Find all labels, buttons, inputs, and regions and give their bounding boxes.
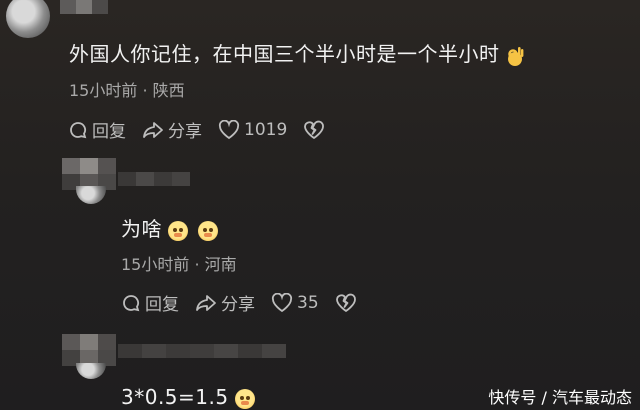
like-button[interactable]: 1019 bbox=[218, 119, 288, 140]
source-watermark: 快传号 / 汽车最动态 bbox=[488, 388, 632, 407]
dislike-button[interactable] bbox=[303, 120, 329, 140]
like-count: 35 bbox=[297, 292, 319, 313]
reply-icon bbox=[70, 121, 87, 138]
share-button[interactable]: 分享 bbox=[195, 290, 255, 315]
flushed-face-emoji-icon bbox=[168, 220, 188, 241]
comment-text: 为啥 bbox=[121, 213, 218, 242]
comment-actions: 回复 分享 35 bbox=[121, 290, 377, 315]
heart-icon bbox=[218, 119, 240, 139]
flushed-face-emoji-icon bbox=[234, 388, 255, 409]
comment-location: 陕西 bbox=[152, 81, 185, 100]
share-button[interactable]: 分享 bbox=[142, 117, 202, 142]
avatar[interactable] bbox=[76, 363, 106, 379]
ok-hand-emoji-icon bbox=[507, 46, 523, 66]
username-blurred bbox=[118, 172, 190, 186]
heart-icon bbox=[271, 292, 293, 312]
comment-meta: 15小时前 · 河南 bbox=[121, 251, 237, 275]
like-count: 1019 bbox=[244, 119, 288, 140]
broken-heart-icon bbox=[304, 120, 325, 139]
comment-text: 3*0.5=1.5 bbox=[121, 385, 255, 409]
reply-button[interactable]: 回复 bbox=[121, 290, 179, 315]
flushed-face-emoji-icon bbox=[198, 220, 218, 241]
comment-location: 河南 bbox=[204, 255, 237, 274]
avatar[interactable] bbox=[76, 186, 106, 204]
reply-icon bbox=[123, 294, 140, 311]
meta-separator: · bbox=[142, 81, 148, 100]
comment-meta: 15小时前 · 陕西 bbox=[69, 77, 185, 101]
share-icon bbox=[143, 121, 163, 138]
username-blurred[interactable] bbox=[62, 158, 116, 174]
broken-heart-icon bbox=[335, 293, 356, 312]
like-button[interactable]: 35 bbox=[271, 292, 319, 313]
comment-text: 外国人你记住，在中国三个半小时是一个半小时 bbox=[69, 38, 524, 67]
comment-time: 15小时前 bbox=[69, 81, 138, 100]
comment-actions: 回复 分享 1019 bbox=[68, 117, 345, 142]
avatar[interactable] bbox=[6, 0, 50, 38]
share-icon bbox=[196, 294, 216, 311]
reply-button[interactable]: 回复 bbox=[68, 117, 126, 142]
comment-time: 15小时前 bbox=[121, 255, 190, 274]
dislike-button[interactable] bbox=[335, 293, 361, 313]
username-blurred bbox=[118, 344, 286, 358]
username-blurred[interactable] bbox=[60, 0, 108, 14]
username-blurred[interactable] bbox=[62, 334, 116, 350]
meta-separator: · bbox=[194, 255, 200, 274]
